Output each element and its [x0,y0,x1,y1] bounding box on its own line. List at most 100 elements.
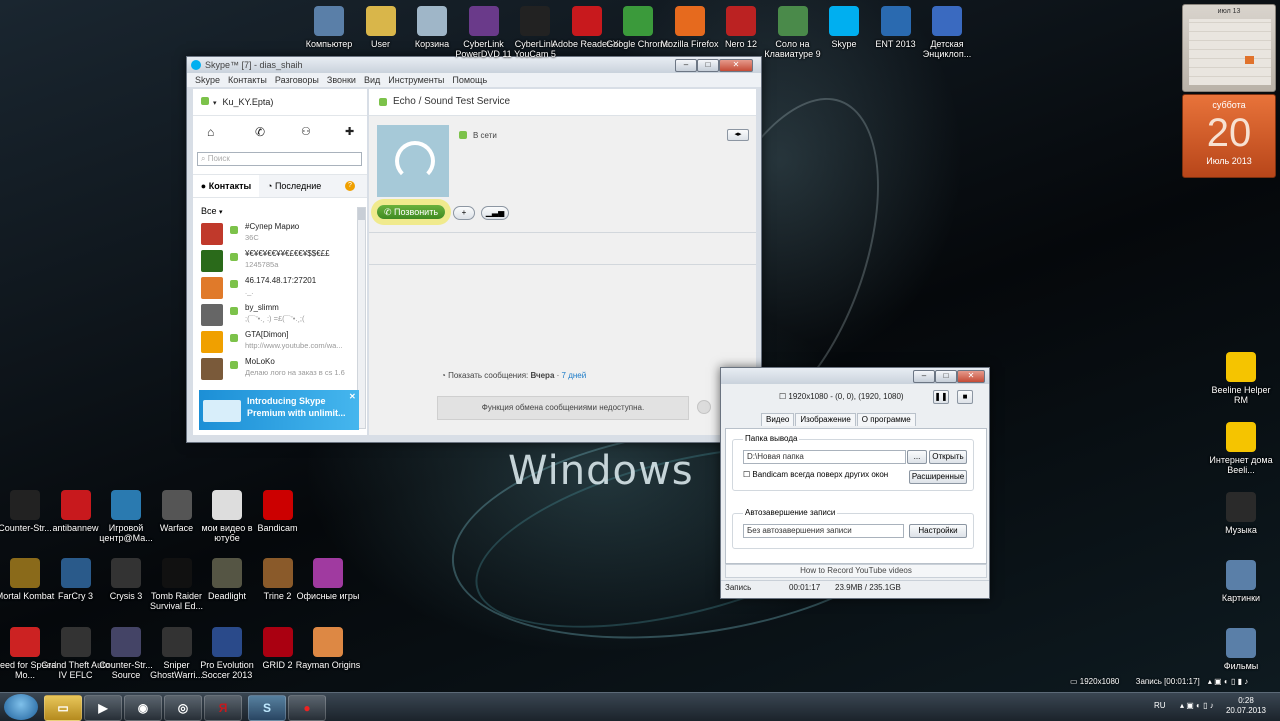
home-icon[interactable]: ⌂ [207,125,214,139]
maximize-button[interactable]: □ [697,59,719,72]
contact-avatar [201,358,223,380]
tray-icons[interactable]: ▴ ▣ ◐ ▯ ▮ ♪ [1208,677,1248,686]
profile-row[interactable]: ▾ Ku_KY.Epta) [201,97,273,107]
stop-button[interactable]: ■ [957,390,973,404]
contact-list-item[interactable]: 46.174.48.17:27201 ._. [199,276,354,302]
tab-contacts[interactable]: ● Контакты [193,175,259,197]
search-input[interactable]: ⌕ Поиск [197,152,362,166]
chrome-taskbar-button[interactable]: ◎ [164,695,202,721]
contact-list-item[interactable]: by_slimm ;(¯`'•.¸ :) =£(¯`'•.¸;( [199,303,354,329]
add-contact-icon[interactable]: ✚ [345,125,354,138]
recording-time: Запись [00:01:17] [1135,677,1200,686]
language-indicator[interactable]: RU [1154,701,1166,710]
history-yesterday-link[interactable]: Вчера [530,371,554,380]
pes-icon [212,627,242,657]
menu-item[interactable]: Вид [364,75,380,85]
scrollbar-thumb[interactable] [358,208,365,220]
history-label: Показать сообщения: [448,371,529,380]
history-week-link[interactable]: 7 дней [562,371,587,380]
search-icon: ⌕ [201,154,208,163]
close-button[interactable]: ✕ [957,370,985,383]
autostop-value-field[interactable]: Без автозавершения записи [743,524,904,538]
desktop-shortcut[interactable]: Детская Энциклоп... [910,6,984,59]
calendar-today-marker [1245,56,1254,64]
skype-premium-ad[interactable]: Introducing Skype Premium with unlimit..… [199,390,359,430]
contact-list-item[interactable]: ¥€¥€¥€€¥¥€£€€¥$$€££ 1245785a [199,249,354,275]
close-button[interactable]: ✕ [719,59,753,72]
always-on-top-checkbox[interactable]: ☐ Bandicam всегда поверх других окон [743,470,888,479]
menu-item[interactable]: Skype [195,75,220,85]
yandex-taskbar-button[interactable]: Я [204,695,242,721]
bandicam-tab[interactable]: Видео [761,413,795,426]
menu-item[interactable]: Контакты [228,75,267,85]
bandicam-tabs: Видео Изображение О программе [761,413,917,427]
maximize-button[interactable]: □ [935,370,957,383]
menu-item[interactable]: Инструменты [388,75,444,85]
desktop-shortcut-label: Bandicam [257,523,298,533]
minimize-button[interactable]: – [913,370,935,383]
calendar-weekday: суббота [1212,100,1246,110]
bandicam-tab[interactable]: Изображение [795,413,856,426]
status-text: В сети [473,131,497,140]
contact-list-item[interactable]: #Супер Марио 36C [199,222,354,248]
help-link[interactable]: How to Record YouTube videos [725,564,987,578]
filter-dropdown[interactable]: Все ▾ [201,206,223,216]
output-path-input[interactable]: D:\Новая папка [743,450,906,464]
contact-list-item[interactable]: GTA[Dimon] http://www.youtube.com/wa... [199,330,354,356]
desktop-shortcut[interactable]: Rayman Origins [291,627,365,670]
menu-item[interactable]: Помощь [452,75,487,85]
nav-arrows-button[interactable]: ◂▸ [727,129,749,141]
status-online-icon [230,280,238,288]
open-folder-button[interactable]: Открыть [929,450,967,464]
browse-button[interactable]: ... [907,450,927,464]
advanced-button[interactable]: Расширенные [909,470,967,484]
firefox-taskbar-button[interactable]: ◉ [124,695,162,721]
ad-close-icon[interactable]: ✕ [349,392,356,401]
clock[interactable]: 0:28 20.07.2013 [1224,696,1268,716]
pause-button[interactable]: ❚❚ [933,390,949,404]
desktop-shortcut[interactable]: Картинки [1204,560,1278,603]
explorer-taskbar-button[interactable]: ▭ [44,695,82,721]
desktop-shortcut[interactable]: Интернет дома Beeli... [1204,422,1278,475]
bandicam-taskbar-button[interactable]: ● [288,695,326,721]
encyclopedia-icon [932,6,962,36]
group-icon[interactable]: ⚇ [301,125,311,138]
autostop-group: Автозавершение записи Без автозавершения… [732,508,974,549]
add-to-call-button[interactable]: + [453,206,475,220]
skype-window[interactable]: Skype™ [7] - dias_shaih – □ ✕ Skype Конта… [186,56,762,443]
media-player-taskbar-button[interactable]: ▶ [84,695,122,721]
tab-recent[interactable]: ◔ Последние [267,175,321,197]
powerdvd-icon [468,6,499,36]
start-button[interactable] [4,694,38,720]
skype-titlebar[interactable]: Skype™ [7] - dias_shaih – □ ✕ [187,57,761,73]
autostop-settings-button[interactable]: Настройки [909,524,967,538]
contact-list-item[interactable]: MoLoKo Делаю лого на заказ в cs 1.6 [199,357,354,383]
bandicam-titlebar[interactable]: – □ ✕ [721,368,989,384]
skype-taskbar-button[interactable]: S [248,695,286,721]
call-button-label: Позвонить [394,207,439,217]
beeline-icon [1226,422,1256,452]
help-icon[interactable]: ? [345,181,355,191]
bandicam-tab[interactable]: О программе [856,413,916,426]
calendar-gadget[interactable]: июл 13 суббота 20 Июль 2013 [1182,4,1276,178]
nero-icon [726,6,756,36]
desktop-shortcut-label: Rayman Origins [295,660,361,670]
phone-icon: ✆ [383,207,395,217]
desktop-shortcut[interactable]: Beeline Helper RM [1204,352,1278,405]
emoticon-icon[interactable] [697,400,711,414]
call-button[interactable]: ✆ Позвонить [377,205,445,219]
menu-item[interactable]: Звонки [327,75,356,85]
calendar-month-header: июл 13 [1217,8,1241,15]
desktop-shortcut[interactable]: Фильмы [1204,628,1278,671]
menu-item[interactable]: Разговоры [275,75,319,85]
tray-icons-area[interactable]: ▴ ▣ ◐ ▯ ♪ [1180,701,1214,710]
desktop-shortcut[interactable]: Офисные игры [291,558,365,601]
resolution-icon: ▭ [1070,677,1080,686]
cs-source-icon [111,627,141,657]
desktop-shortcut[interactable]: Bandicam [241,490,315,533]
desktop-shortcut[interactable]: Музыка [1204,492,1278,535]
phone-icon[interactable]: ✆ [255,125,265,139]
call-quality-icon[interactable]: ▁▃▅ [481,206,509,220]
bandicam-window[interactable]: – □ ✕ ☐ 1920x1080 - (0, 0), (1920, 1080)… [720,367,990,599]
minimize-button[interactable]: – [675,59,697,72]
